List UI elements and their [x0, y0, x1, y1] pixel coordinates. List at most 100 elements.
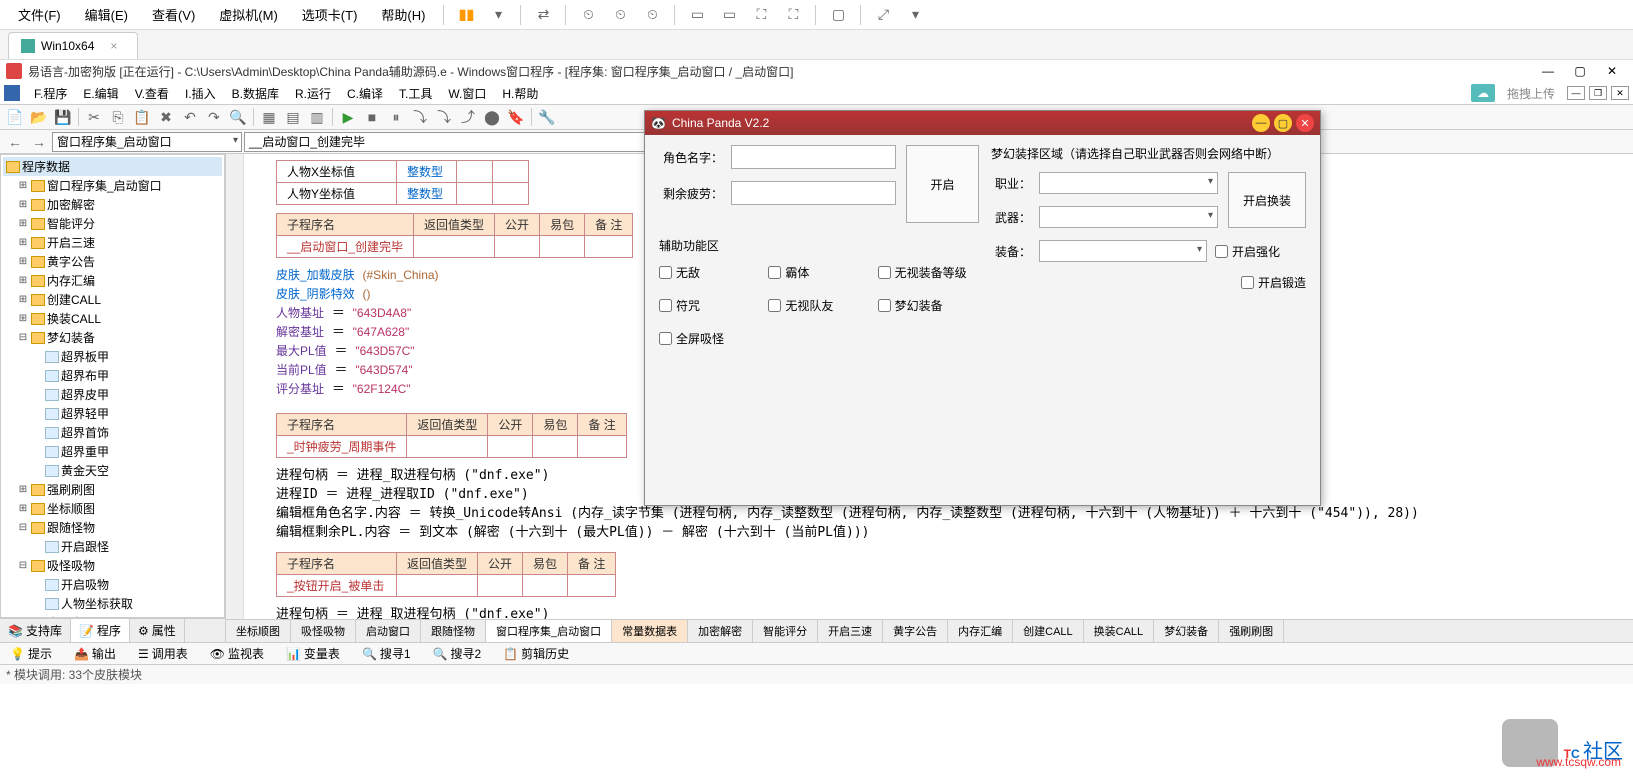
- tree-toggle-icon[interactable]: ⊞: [17, 218, 29, 229]
- code-tab[interactable]: 加密解密: [688, 620, 753, 642]
- tree-toggle-icon[interactable]: ⊞: [17, 199, 29, 210]
- tree-node[interactable]: 超界轻甲: [3, 404, 222, 423]
- swap-button[interactable]: 开启换装: [1228, 172, 1306, 228]
- checkbox[interactable]: [878, 266, 891, 279]
- maximize-icon[interactable]: ▢: [1274, 114, 1292, 132]
- layout1-icon[interactable]: ▭: [683, 3, 711, 27]
- checkbox[interactable]: [659, 266, 672, 279]
- forge-check[interactable]: 开启锻造: [1241, 274, 1306, 291]
- tree-node[interactable]: 超界皮甲: [3, 385, 222, 404]
- code-tab[interactable]: 启动窗口: [356, 620, 421, 642]
- form-icon[interactable]: ▦: [258, 106, 280, 128]
- pause-icon[interactable]: ▮▮: [452, 3, 480, 27]
- tree-toggle-icon[interactable]: ⊞: [17, 256, 29, 267]
- open-icon[interactable]: 📂: [28, 106, 50, 128]
- bottom-tab-clip[interactable]: 📋剪辑历史: [497, 643, 575, 664]
- tree-node[interactable]: 超界布甲: [3, 366, 222, 385]
- stop-icon[interactable]: ■: [361, 106, 383, 128]
- new-icon[interactable]: 📄: [4, 106, 26, 128]
- assist-check[interactable]: 梦幻装备: [878, 297, 979, 314]
- bottom-tab-output[interactable]: 📤输出: [68, 643, 122, 664]
- snapshot-revert-icon[interactable]: ⏲: [638, 3, 666, 27]
- child-restore-icon[interactable]: ❐: [1589, 86, 1607, 100]
- var-type[interactable]: 整数型: [407, 165, 443, 179]
- checkbox[interactable]: [1215, 245, 1228, 258]
- code-tab[interactable]: 换装CALL: [1084, 620, 1155, 642]
- code-tab[interactable]: 内存汇编: [948, 620, 1013, 642]
- vm-menu-help[interactable]: 帮助(H): [371, 1, 435, 28]
- job-combo[interactable]: [1039, 172, 1218, 194]
- tree-node[interactable]: ⊞内存汇编: [3, 271, 222, 290]
- tree-toggle-icon[interactable]: ⊟: [17, 560, 29, 571]
- code-tab[interactable]: 窗口程序集_启动窗口: [486, 620, 612, 642]
- bottom-tab-watch[interactable]: 👁监视表: [204, 643, 270, 664]
- open-button[interactable]: 开启: [906, 145, 979, 223]
- code-tab[interactable]: 坐标顺图: [226, 620, 291, 642]
- vm-menu-tabs[interactable]: 选项卡(T): [292, 1, 368, 28]
- cloud-button[interactable]: ☁: [1471, 84, 1495, 102]
- assist-check[interactable]: 霸体: [768, 264, 869, 281]
- tree-node[interactable]: 人物坐标获取: [3, 594, 222, 613]
- assist-check[interactable]: 符咒: [659, 297, 760, 314]
- vm-tab-win10[interactable]: Win10x64 ×: [8, 32, 138, 59]
- unity-icon[interactable]: ⛶: [779, 3, 807, 27]
- method-combo[interactable]: __启动窗口_创建完毕: [244, 132, 664, 152]
- redo-icon[interactable]: ↷: [203, 106, 225, 128]
- code-tab[interactable]: 常量数据表: [612, 620, 688, 642]
- tree-node[interactable]: 超界重甲: [3, 442, 222, 461]
- layout-icon[interactable]: ▤: [282, 106, 304, 128]
- tree-root[interactable]: 程序数据: [3, 157, 222, 176]
- bottom-tab-hint[interactable]: 💡提示: [4, 643, 58, 664]
- step-over-icon[interactable]: ⤵: [409, 106, 431, 128]
- menu-run[interactable]: R.运行: [287, 83, 339, 104]
- menu-view[interactable]: V.查看: [127, 83, 177, 104]
- breakpoint-icon[interactable]: ⬤: [481, 106, 503, 128]
- vm-menu-vm[interactable]: 虚拟机(M): [209, 1, 288, 28]
- close-icon[interactable]: ✕: [1296, 114, 1314, 132]
- tree-toggle-icon[interactable]: ⊟: [17, 332, 29, 343]
- tree-node[interactable]: ⊟梦幻装备: [3, 328, 222, 347]
- role-name-input[interactable]: [731, 145, 896, 169]
- vm-menu-view[interactable]: 查看(V): [142, 1, 205, 28]
- tool-icon[interactable]: 🔧: [536, 106, 558, 128]
- bottom-tab-vars[interactable]: 📊变量表: [280, 643, 346, 664]
- tree-toggle-icon[interactable]: ⊞: [17, 237, 29, 248]
- snapshot-manage-icon[interactable]: ⏲: [606, 3, 634, 27]
- upload-button[interactable]: 拖拽上传: [1499, 83, 1563, 104]
- tree-node[interactable]: ⊞创建CALL: [3, 290, 222, 309]
- step-out-icon[interactable]: ⤴: [457, 106, 479, 128]
- save-icon[interactable]: 💾: [52, 106, 74, 128]
- tree-node[interactable]: ⊞智能评分: [3, 214, 222, 233]
- checkbox[interactable]: [659, 299, 672, 312]
- minimize-icon[interactable]: —: [1533, 62, 1563, 80]
- dropdown2-icon[interactable]: ▾: [901, 3, 929, 27]
- tree-node[interactable]: ⊟吸怪吸物: [3, 556, 222, 575]
- delete-icon[interactable]: ✖: [155, 106, 177, 128]
- tree-node[interactable]: ⊞换装CALL: [3, 309, 222, 328]
- copy-icon[interactable]: ⎘: [107, 106, 129, 128]
- menu-tools[interactable]: T.工具: [391, 83, 440, 104]
- code-tab[interactable]: 梦幻装备: [1154, 620, 1219, 642]
- maximize-icon[interactable]: ▢: [1565, 62, 1595, 80]
- assist-check[interactable]: 无视装备等级: [878, 264, 979, 281]
- var-type[interactable]: 整数型: [407, 187, 443, 201]
- send-ctrl-alt-del-icon[interactable]: ⇄: [529, 3, 557, 27]
- tree-node[interactable]: ⊟跟随怪物: [3, 518, 222, 537]
- tree-toggle-icon[interactable]: ⊞: [17, 313, 29, 324]
- tree-node[interactable]: 开启跟怪: [3, 537, 222, 556]
- bottom-tab-search2[interactable]: 🔍搜寻2: [427, 643, 488, 664]
- checkbox[interactable]: [768, 266, 781, 279]
- step-into-icon[interactable]: ⤵: [433, 106, 455, 128]
- code-tab[interactable]: 吸怪吸物: [291, 620, 356, 642]
- tree-node[interactable]: 黄金天空: [3, 461, 222, 480]
- fullscreen-icon[interactable]: ⛶: [747, 3, 775, 27]
- checkbox[interactable]: [1241, 276, 1254, 289]
- snapshot-icon[interactable]: ⏲: [574, 3, 602, 27]
- menu-window[interactable]: W.窗口: [440, 83, 494, 104]
- tree-toggle-icon[interactable]: ⊞: [17, 503, 29, 514]
- menu-compile[interactable]: C.编译: [339, 83, 391, 104]
- sidebar-tab-lib[interactable]: 📚支持库: [0, 619, 71, 642]
- tree-toggle-icon[interactable]: ⊞: [17, 484, 29, 495]
- cut-icon[interactable]: ✂: [83, 106, 105, 128]
- assist-check[interactable]: 无敌: [659, 264, 760, 281]
